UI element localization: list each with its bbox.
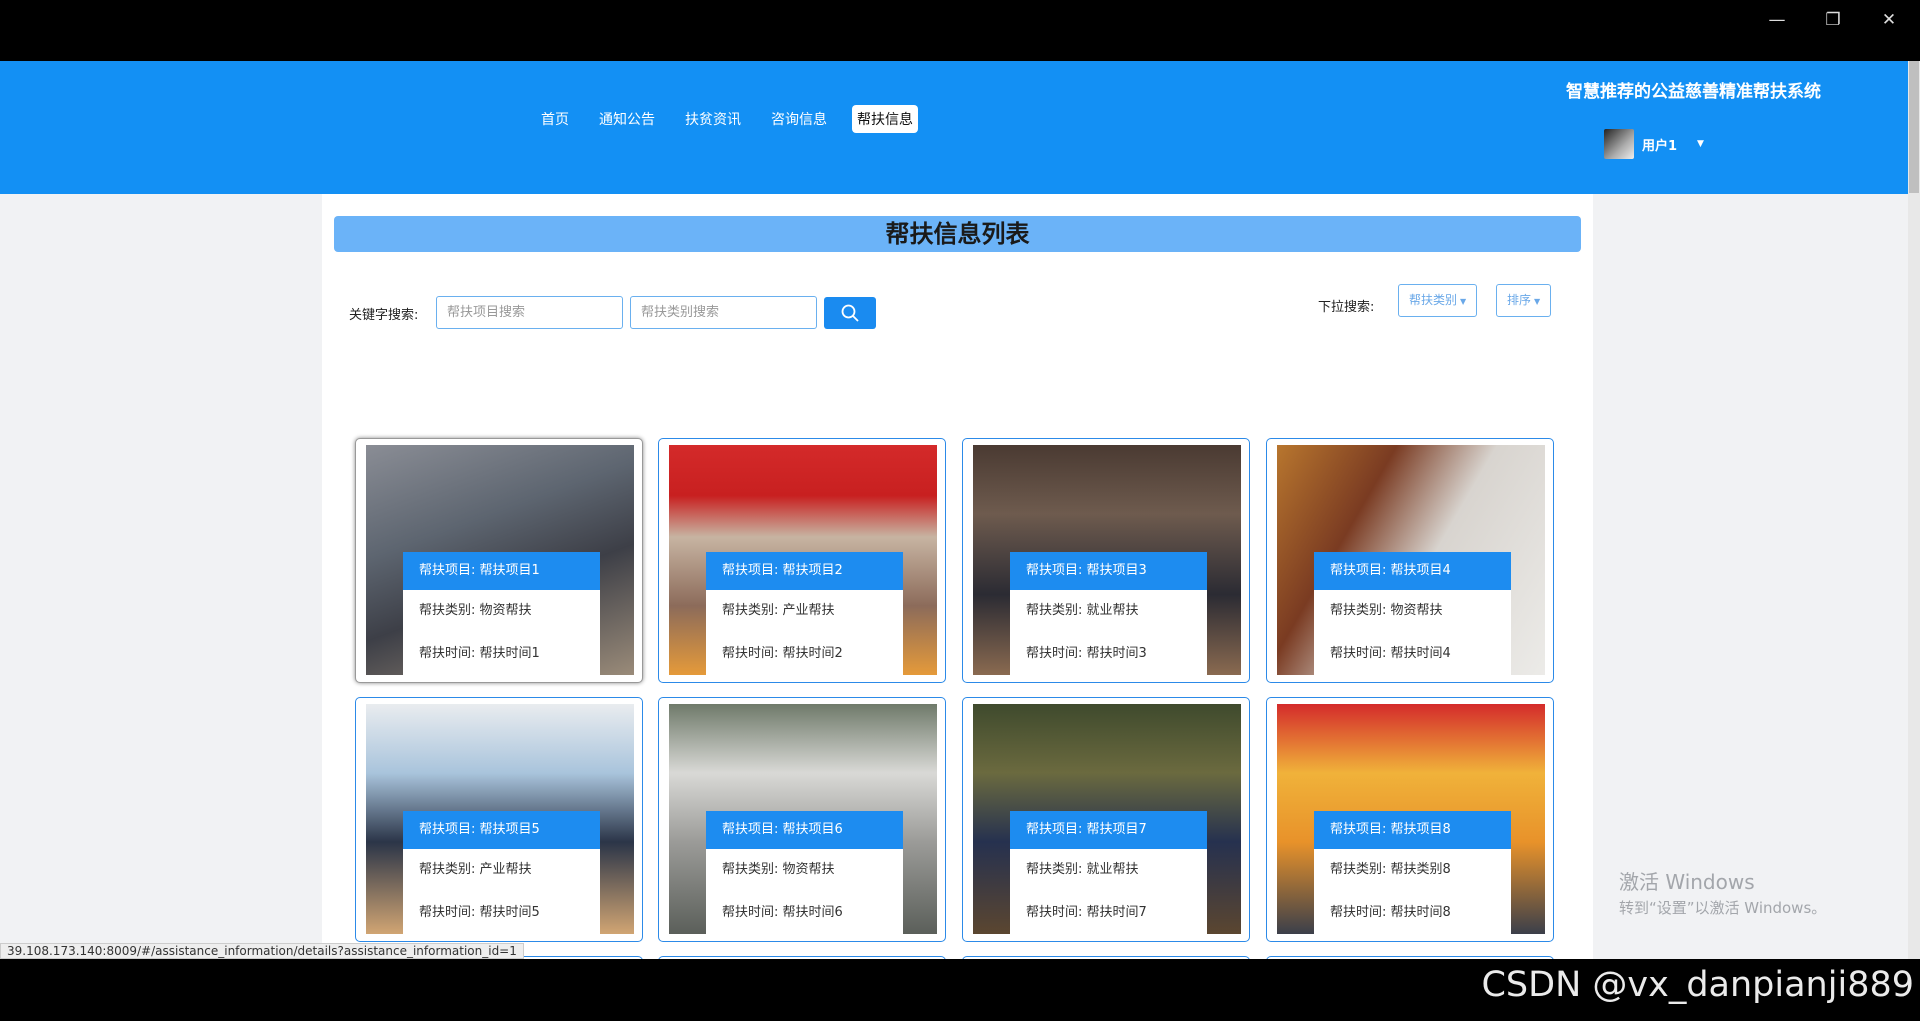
assistance-card[interactable]: 帮扶项目: 帮扶项目4 帮扶类别: 物资帮扶 帮扶时间: 帮扶时间4 (1266, 438, 1554, 683)
minimize-icon[interactable]: — (1754, 0, 1800, 40)
main-nav: 首页 通知公告 扶贫资讯 咨询信息 帮扶信息 (536, 105, 938, 133)
card-time: 帮扶时间: 帮扶时间6 (722, 905, 843, 920)
card-category: 帮扶类别: 帮扶类别8 (1330, 862, 1451, 877)
category-search-input[interactable] (630, 296, 817, 329)
activate-windows-hint: 转到“设置”以激活 Windows。 (1619, 899, 1827, 917)
nav-consult[interactable]: 咨询信息 (766, 105, 832, 133)
card-time: 帮扶时间: 帮扶时间5 (419, 905, 540, 920)
chevron-down-icon: ▼ (1460, 297, 1467, 306)
card-category: 帮扶类别: 物资帮扶 (722, 862, 835, 877)
card-time: 帮扶时间: 帮扶时间1 (419, 646, 540, 661)
scrollbar-thumb[interactable] (1909, 61, 1919, 193)
main-content: 帮扶信息列表 关键字搜索: 下拉搜索: 帮扶类别▼ 排序▼ 帮扶项目: 帮扶项目… (322, 194, 1593, 959)
card-time: 帮扶时间: 帮扶时间2 (722, 646, 843, 661)
status-url-bar: 39.108.173.140:8009/#/assistance_informa… (0, 943, 524, 959)
card-category: 帮扶类别: 产业帮扶 (419, 862, 532, 877)
card-time: 帮扶时间: 帮扶时间8 (1330, 905, 1451, 920)
assistance-card[interactable]: 帮扶项目: 帮扶项目5 帮扶类别: 产业帮扶 帮扶时间: 帮扶时间5 (355, 697, 643, 942)
nav-notice[interactable]: 通知公告 (594, 105, 660, 133)
nav-assistance[interactable]: 帮扶信息 (852, 105, 918, 133)
card-project: 帮扶项目: 帮扶项目2 (706, 552, 903, 590)
chevron-down-icon: ▼ (1697, 139, 1704, 149)
assistance-card[interactable]: 帮扶项目: 帮扶项目6 帮扶类别: 物资帮扶 帮扶时间: 帮扶时间6 (658, 697, 946, 942)
chevron-down-icon: ▼ (1534, 297, 1541, 306)
card-project: 帮扶项目: 帮扶项目8 (1314, 811, 1511, 849)
nav-poverty-news[interactable]: 扶贫资讯 (680, 105, 746, 133)
window-title-bar: — ❐ ✕ (0, 0, 1920, 61)
card-project: 帮扶项目: 帮扶项目4 (1314, 552, 1511, 590)
card-category: 帮扶类别: 物资帮扶 (419, 603, 532, 618)
assistance-card[interactable]: 帮扶项目: 帮扶项目8 帮扶类别: 帮扶类别8 帮扶时间: 帮扶时间8 (1266, 697, 1554, 942)
user-menu[interactable]: 用户1 ▼ (1604, 129, 1704, 159)
card-info: 帮扶项目: 帮扶项目5 帮扶类别: 产业帮扶 帮扶时间: 帮扶时间5 (403, 811, 600, 934)
browser-page: 首页 通知公告 扶贫资讯 咨询信息 帮扶信息 智慧推荐的公益慈善精准帮扶系统 用… (0, 61, 1920, 959)
page-title: 帮扶信息列表 (334, 216, 1581, 252)
assistance-card[interactable]: 帮扶项目: 帮扶项目1 帮扶类别: 物资帮扶 帮扶时间: 帮扶时间1 (355, 438, 643, 683)
card-info: 帮扶项目: 帮扶项目4 帮扶类别: 物资帮扶 帮扶时间: 帮扶时间4 (1314, 552, 1511, 675)
card-info: 帮扶项目: 帮扶项目2 帮扶类别: 产业帮扶 帮扶时间: 帮扶时间2 (706, 552, 903, 675)
keyword-search-label: 关键字搜索: (349, 308, 419, 323)
card-info: 帮扶项目: 帮扶项目8 帮扶类别: 帮扶类别8 帮扶时间: 帮扶时间8 (1314, 811, 1511, 934)
card-category: 帮扶类别: 就业帮扶 (1026, 603, 1139, 618)
category-dropdown-label: 帮扶类别 (1409, 293, 1458, 307)
card-project: 帮扶项目: 帮扶项目7 (1010, 811, 1207, 849)
card-info: 帮扶项目: 帮扶项目7 帮扶类别: 就业帮扶 帮扶时间: 帮扶时间7 (1010, 811, 1207, 934)
card-category: 帮扶类别: 就业帮扶 (1026, 862, 1139, 877)
category-dropdown[interactable]: 帮扶类别 ▼ (1398, 284, 1478, 317)
card-info: 帮扶项目: 帮扶项目3 帮扶类别: 就业帮扶 帮扶时间: 帮扶时间3 (1010, 552, 1207, 675)
card-time: 帮扶时间: 帮扶时间7 (1026, 905, 1147, 920)
card-time: 帮扶时间: 帮扶时间4 (1330, 646, 1451, 661)
project-search-input[interactable] (436, 296, 623, 329)
card-project: 帮扶项目: 帮扶项目3 (1010, 552, 1207, 590)
card-time: 帮扶时间: 帮扶时间3 (1026, 646, 1147, 661)
system-title: 智慧推荐的公益慈善精准帮扶系统 (1566, 82, 1821, 102)
page-scrollbar[interactable] (1908, 61, 1920, 959)
card-project: 帮扶项目: 帮扶项目5 (403, 811, 600, 849)
activate-windows-title: 激活 Windows (1619, 870, 1755, 894)
sort-dropdown-label: 排序 (1507, 293, 1532, 307)
site-header: 首页 通知公告 扶贫资讯 咨询信息 帮扶信息 智慧推荐的公益慈善精准帮扶系统 用… (0, 61, 1908, 194)
card-info: 帮扶项目: 帮扶项目1 帮扶类别: 物资帮扶 帮扶时间: 帮扶时间1 (403, 552, 600, 675)
avatar (1604, 129, 1634, 159)
user-name: 用户1 (1642, 138, 1678, 154)
assistance-card[interactable]: 帮扶项目: 帮扶项目2 帮扶类别: 产业帮扶 帮扶时间: 帮扶时间2 (658, 438, 946, 683)
card-category: 帮扶类别: 产业帮扶 (722, 603, 835, 618)
dropdown-search-label: 下拉搜索: (1318, 300, 1375, 315)
search-icon (841, 304, 859, 322)
card-info: 帮扶项目: 帮扶项目6 帮扶类别: 物资帮扶 帮扶时间: 帮扶时间6 (706, 811, 903, 934)
nav-home[interactable]: 首页 (536, 105, 574, 133)
assistance-card[interactable]: 帮扶项目: 帮扶项目3 帮扶类别: 就业帮扶 帮扶时间: 帮扶时间3 (962, 438, 1250, 683)
sort-dropdown[interactable]: 排序 ▼ (1496, 284, 1552, 317)
assistance-card[interactable]: 帮扶项目: 帮扶项目7 帮扶类别: 就业帮扶 帮扶时间: 帮扶时间7 (962, 697, 1250, 942)
watermark-text: CSDN @vx_danpianji889 (1481, 965, 1914, 1005)
card-project: 帮扶项目: 帮扶项目1 (403, 552, 600, 590)
search-button[interactable] (824, 297, 876, 329)
restore-icon[interactable]: ❐ (1810, 0, 1856, 40)
activate-windows-notice: 激活 Windows 转到“设置”以激活 Windows。 (1619, 866, 1826, 918)
close-icon[interactable]: ✕ (1866, 0, 1912, 40)
card-project: 帮扶项目: 帮扶项目6 (706, 811, 903, 849)
card-category: 帮扶类别: 物资帮扶 (1330, 603, 1443, 618)
